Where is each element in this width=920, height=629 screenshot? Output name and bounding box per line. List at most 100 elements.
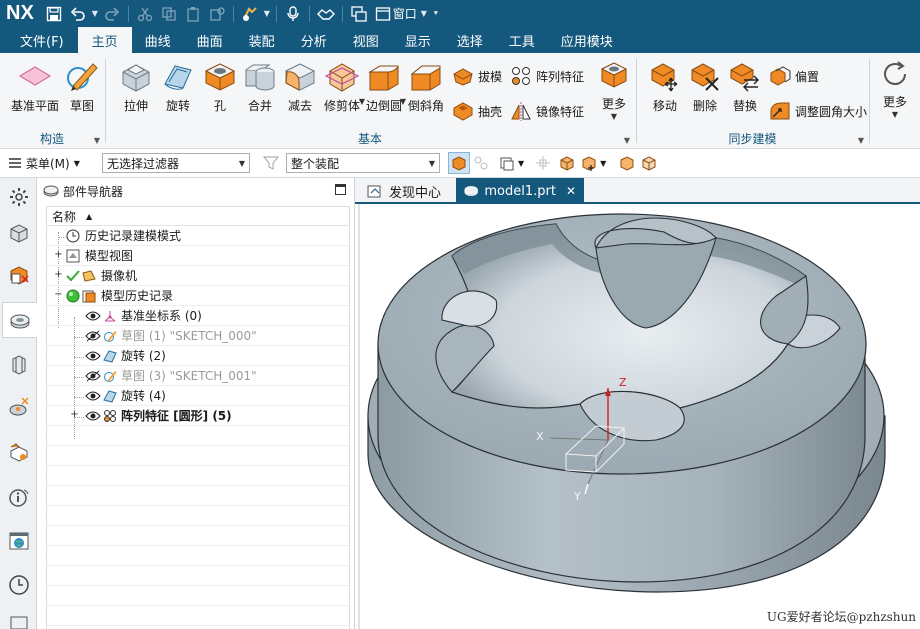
resource-part-navigator[interactable] <box>2 302 37 338</box>
undo-dropdown[interactable]: ▼ <box>90 9 100 18</box>
chamfer-button[interactable]: 倒斜角 <box>404 59 448 115</box>
tree-row-revolve-4[interactable]: 旋转 (4) <box>47 386 349 406</box>
resize-blend-button[interactable]: 调整圆角大小 <box>769 99 867 123</box>
pattern-feature-button[interactable]: 阵列特征 <box>510 64 584 88</box>
unite-button[interactable]: 合并 <box>238 59 282 115</box>
tab-view[interactable]: 视图 <box>340 27 392 53</box>
column-header-name[interactable]: 名称 ▲ <box>47 207 349 226</box>
eye-icon[interactable] <box>85 408 101 424</box>
datum-plane-button[interactable]: 基准平面 <box>10 59 60 115</box>
resource-info[interactable] <box>4 482 34 512</box>
draft-button[interactable]: 拔模 <box>452 64 502 88</box>
paste-button[interactable] <box>181 3 205 25</box>
cube-face-button[interactable] <box>556 152 578 174</box>
resource-hd3d-tools[interactable] <box>4 392 34 422</box>
collapse-icon[interactable]: − <box>54 290 63 300</box>
tab-display[interactable]: 显示 <box>392 27 444 53</box>
select-components-toggle[interactable] <box>470 152 492 174</box>
snap-options-dropdown[interactable]: ▼ <box>600 159 606 168</box>
tab-select[interactable]: 选择 <box>444 27 496 53</box>
tab-file[interactable]: 文件(F) <box>0 27 78 53</box>
eye-icon[interactable] <box>85 348 101 364</box>
maximize-button[interactable] <box>335 184 346 195</box>
cut-button[interactable] <box>133 3 157 25</box>
snap-point-toggle[interactable] <box>532 152 554 174</box>
eye-icon[interactable] <box>85 388 101 404</box>
tree-row-cameras[interactable]: + 摄像机 <box>47 266 349 286</box>
tree-row-history-mode[interactable]: 历史记录建模模式 <box>47 226 349 246</box>
assembly-scope-select[interactable]: 整个装配 ▼ <box>286 153 440 173</box>
resource-constraint-navigator[interactable] <box>4 260 34 290</box>
select-by-type-dropdown[interactable]: ▼ <box>518 159 524 168</box>
sketch-button[interactable]: 草图 <box>60 59 104 115</box>
tree-row-pattern-feature[interactable]: + 阵列特征 [圆形] (5) <box>47 406 349 426</box>
window-menu[interactable]: 窗口 ▼ ⯆ <box>375 5 441 22</box>
menu-button[interactable]: 菜单(M) ▼ <box>0 155 94 172</box>
paste-special-button[interactable] <box>205 3 229 25</box>
tab-assembly[interactable]: 装配 <box>236 27 288 53</box>
redo-button[interactable] <box>100 3 124 25</box>
switch-window-button[interactable] <box>347 3 371 25</box>
offset-region-button[interactable]: 偏置 <box>769 64 819 88</box>
move-face-button[interactable]: 移动 <box>643 59 687 115</box>
edge-blend-button[interactable]: 边倒圆 <box>362 59 406 115</box>
resource-more[interactable] <box>4 614 34 629</box>
eye-hidden-icon[interactable] <box>85 328 101 344</box>
tab-home[interactable]: 主页 <box>77 27 132 53</box>
expand-icon[interactable]: + <box>54 250 63 260</box>
resource-settings[interactable] <box>4 182 34 212</box>
resource-web-browser-2[interactable] <box>4 526 34 556</box>
command-finder-button[interactable] <box>238 3 262 25</box>
more-basic-button[interactable]: 更多 ▼ <box>592 59 636 121</box>
group-construct-dropdown[interactable]: ▼ <box>94 136 100 145</box>
resource-reuse-library[interactable] <box>4 350 34 380</box>
filter-reset-button[interactable] <box>260 152 282 174</box>
tab-tools[interactable]: 工具 <box>496 27 548 53</box>
resource-web-browser[interactable] <box>4 438 34 468</box>
tree-row-sketch-1[interactable]: 草图 (1) "SKETCH_000" <box>47 326 349 346</box>
snap-options-button[interactable] <box>578 152 600 174</box>
subtract-button[interactable]: 减去 <box>278 59 322 115</box>
expand-icon[interactable]: + <box>70 410 79 420</box>
save-button[interactable] <box>42 3 66 25</box>
shell-button[interactable]: 抽壳 <box>452 99 502 123</box>
voice-button[interactable] <box>281 3 305 25</box>
show-hidden-button[interactable] <box>616 152 638 174</box>
tree-row-model-views[interactable]: + 模型视图 <box>47 246 349 266</box>
wireframe-toggle[interactable] <box>638 152 660 174</box>
tab-curve[interactable]: 曲线 <box>132 27 184 53</box>
extrude-button[interactable]: 拉伸 <box>114 59 158 115</box>
resource-history[interactable] <box>4 570 34 600</box>
copy-button[interactable] <box>157 3 181 25</box>
undo-button[interactable] <box>66 3 90 25</box>
customize-qa-dropdown[interactable]: ⯆ <box>431 9 441 19</box>
close-tab-button[interactable]: ✕ <box>566 184 576 198</box>
group-basic-dropdown[interactable]: ▼ <box>624 136 630 145</box>
tab-analysis[interactable]: 分析 <box>288 27 340 53</box>
tab-surface[interactable]: 曲面 <box>184 27 236 53</box>
replace-face-button[interactable]: 替换 <box>723 59 767 115</box>
group-sync-dropdown[interactable]: ▼ <box>858 136 864 145</box>
touch-mode-dropdown[interactable]: ▼ <box>262 9 272 18</box>
hole-button[interactable]: 孔 <box>198 59 242 115</box>
select-features-toggle[interactable] <box>448 152 470 174</box>
eye-hidden-icon[interactable] <box>85 368 101 384</box>
tree-row-datum-csys[interactable]: 基准坐标系 (0) <box>47 306 349 326</box>
repeat-command-button[interactable] <box>314 3 338 25</box>
mirror-feature-button[interactable]: 镜像特征 <box>510 99 584 123</box>
tab-discovery-center[interactable]: 发现中心 <box>359 178 449 204</box>
more-sync-button[interactable]: 更多 ▼ <box>873 59 917 119</box>
selection-filter-select[interactable]: 无选择过滤器 ▼ <box>102 153 250 173</box>
tree-row-sketch-3[interactable]: 草图 (3) "SKETCH_001" <box>47 366 349 386</box>
select-by-type-button[interactable] <box>496 152 518 174</box>
graphics-viewport[interactable]: Z X Y UG爱好者论坛@pzhzshun <box>360 204 920 629</box>
resource-assembly-navigator[interactable] <box>4 218 34 248</box>
expand-icon[interactable]: + <box>54 270 63 280</box>
delete-face-button[interactable]: 删除 <box>683 59 727 115</box>
model-3d-view[interactable]: Z X Y <box>360 204 920 629</box>
tree-row-revolve-2[interactable]: 旋转 (2) <box>47 346 349 366</box>
revolve-button[interactable]: 旋转 <box>156 59 200 115</box>
tree-row-model-history[interactable]: − 模型历史记录 <box>47 286 349 306</box>
eye-icon[interactable] <box>85 308 101 324</box>
tab-applications[interactable]: 应用模块 <box>548 27 626 53</box>
